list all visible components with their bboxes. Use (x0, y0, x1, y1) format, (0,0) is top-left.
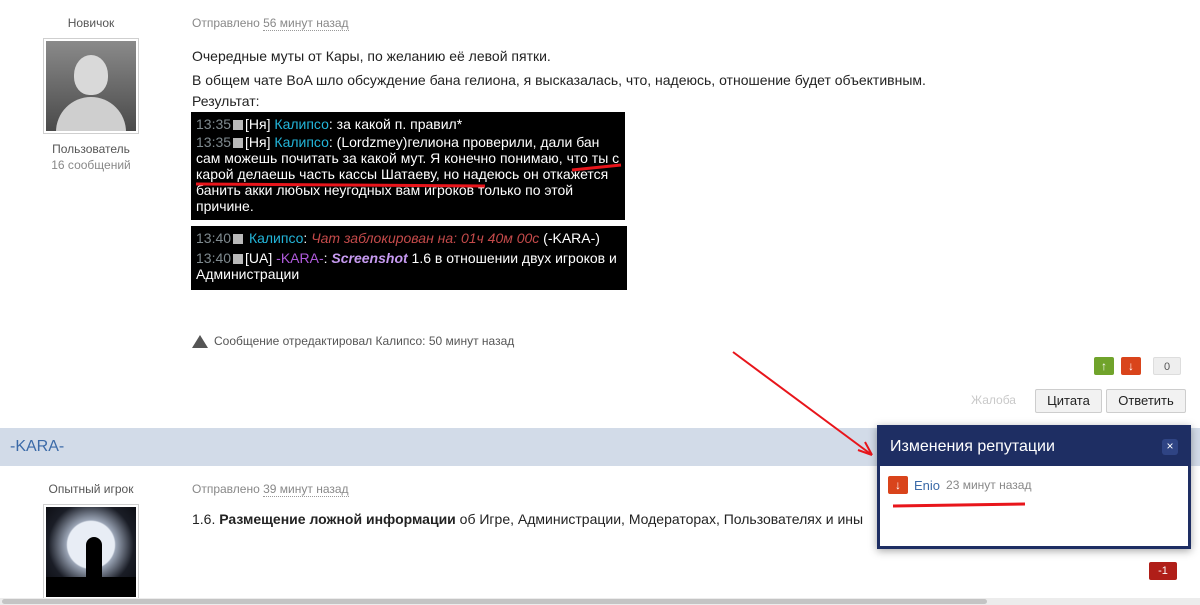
rep-user-link[interactable]: Enio (914, 478, 940, 493)
reputation-entry: ↓ Enio 23 минут назад (888, 476, 1031, 494)
edit-note: Сообщение отредактировал Калипсо: 50 мин… (192, 334, 514, 348)
scrollbar-thumb[interactable] (2, 599, 987, 604)
rep-up-button[interactable]: ↑ (1094, 357, 1114, 375)
rep-time: 23 минут назад (946, 478, 1032, 492)
moon-avatar-icon (46, 507, 136, 597)
default-avatar-icon (46, 41, 136, 131)
avatar[interactable] (43, 38, 139, 134)
post-text-line: Результат: (192, 93, 260, 109)
avatar[interactable] (43, 504, 139, 600)
rep-down-button[interactable]: ↓ (1121, 357, 1141, 375)
post-1: Новичок Пользователь 16 сообщений Отправ… (0, 0, 1200, 428)
popup-title: Изменения репутации (890, 438, 1055, 455)
user-rank: Новичок (67, 16, 115, 30)
chat-icon (233, 138, 244, 148)
post-2-body: 1.6. Размещение ложной информации об Игр… (192, 511, 864, 527)
reputation-popup: Изменения репутации × ↓ Enio 23 минут на… (877, 425, 1191, 549)
user-group: Пользователь (52, 142, 130, 156)
post-time-link[interactable]: 39 минут назад (263, 482, 349, 497)
horizontal-scrollbar[interactable] (0, 598, 1200, 605)
reply-button[interactable]: Ответить (1106, 389, 1186, 413)
post-text-line: В общем чате BoA шло обсуждение бана гел… (192, 72, 926, 88)
quote-button[interactable]: Цитата (1035, 389, 1102, 413)
user-post-count: 16 сообщений (51, 158, 131, 172)
post-2-author-info: Опытный игрок (30, 482, 152, 600)
rep-down-icon: ↓ (888, 476, 908, 494)
rep-badge-negative[interactable]: -1 (1149, 562, 1177, 580)
report-link[interactable]: Жалоба (971, 393, 1016, 407)
author-name[interactable]: -KARA- (10, 438, 64, 456)
chat-screenshot-2: 13:40 Калипсо: Чат заблокирован на: 01ч … (191, 226, 627, 290)
post-1-author-info: Новичок Пользователь 16 сообщений (30, 16, 152, 172)
close-icon[interactable]: × (1162, 439, 1178, 455)
popup-header: Изменения репутации × (880, 428, 1188, 466)
chat-icon (233, 254, 244, 264)
post-date: Отправлено 56 минут назад (192, 16, 349, 31)
post-date: Отправлено 39 минут назад (192, 482, 349, 497)
post-body: Очередные муты от Кары, по желанию её ле… (192, 44, 926, 110)
warning-icon (192, 334, 208, 348)
post-time-link[interactable]: 56 минут назад (263, 16, 349, 31)
post-text-line: Очередные муты от Кары, по желанию её ле… (192, 48, 551, 64)
chat-screenshot-1: 13:35 [Ня] Калипсо: за какой п. правил* 1… (191, 112, 625, 220)
chat-icon (233, 234, 244, 244)
rep-count: 0 (1153, 357, 1181, 375)
user-rank: Опытный игрок (48, 482, 134, 496)
chat-icon (233, 120, 244, 130)
